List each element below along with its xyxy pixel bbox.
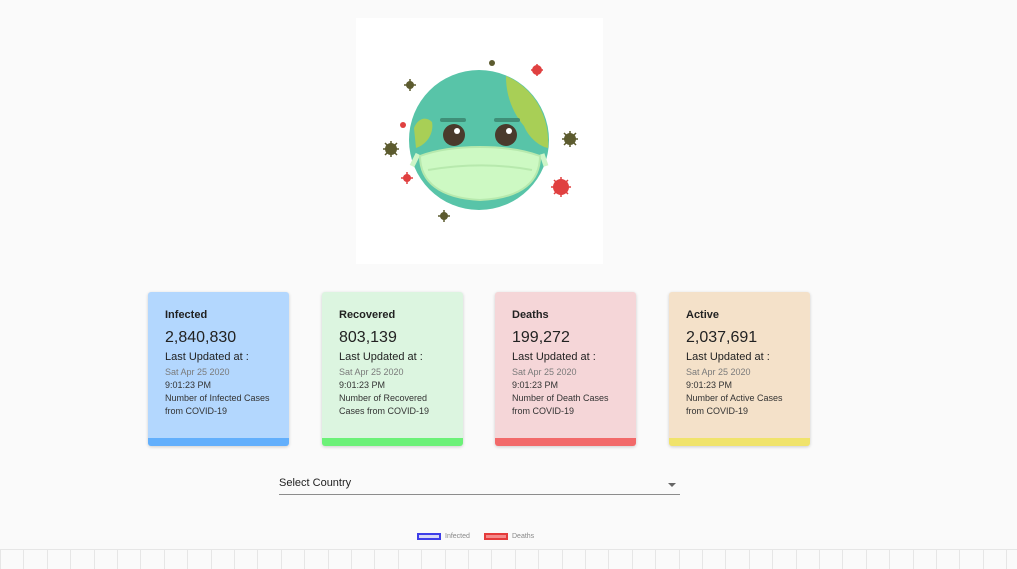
legend-swatch: [417, 533, 441, 540]
card-deaths: Deaths 199,272 Last Updated at : Sat Apr…: [495, 292, 636, 446]
chart-grid: [0, 549, 1017, 569]
legend-label: Infected: [445, 533, 470, 540]
card-accent-bar: [495, 438, 636, 446]
last-updated-label: Last Updated at :: [512, 351, 596, 363]
dropdown-arrow-icon[interactable]: [668, 483, 676, 487]
card-description: Number of Infected Cases from COVID-19: [165, 393, 270, 416]
last-updated-label: Last Updated at :: [339, 351, 423, 363]
card-value: 2,037,691: [686, 329, 758, 346]
card-title: Deaths: [512, 309, 549, 321]
updated-date: Sat Apr 25 2020: [165, 367, 230, 377]
card-accent-bar: [322, 438, 463, 446]
legend-swatch: [484, 533, 508, 540]
card-value: 199,272: [512, 329, 570, 346]
updated-date: Sat Apr 25 2020: [339, 367, 404, 377]
updated-date: Sat Apr 25 2020: [512, 367, 577, 377]
card-value: 803,139: [339, 329, 397, 346]
card-active: Active 2,037,691 Last Updated at : Sat A…: [669, 292, 810, 446]
updated-date: Sat Apr 25 2020: [686, 367, 751, 377]
updated-time: 9:01:23 PM: [686, 380, 733, 390]
card-recovered: Recovered 803,139 Last Updated at : Sat …: [322, 292, 463, 446]
covid-earth-logo: [356, 18, 603, 264]
earth-mask-illustration: [383, 60, 578, 222]
card-accent-bar: [669, 438, 810, 446]
last-updated-label: Last Updated at :: [165, 351, 249, 363]
updated-time: 9:01:23 PM: [339, 380, 386, 390]
card-title: Infected: [165, 309, 208, 321]
legend-label: Deaths: [512, 533, 535, 540]
card-infected: Infected 2,840,830 Last Updated at : Sat…: [148, 292, 289, 446]
card-accent-bar: [148, 438, 289, 446]
country-select[interactable]: Select Country: [279, 476, 680, 495]
card-description: Number of Death Cases from COVID-19: [512, 393, 609, 416]
card-description: Number of Active Cases from COVID-19: [686, 393, 783, 416]
updated-time: 9:01:23 PM: [512, 380, 559, 390]
country-select-label: Select Country: [279, 477, 352, 489]
legend-item-deaths[interactable]: Deaths: [484, 533, 534, 540]
card-title: Active: [686, 309, 720, 321]
card-value: 2,840,830: [165, 329, 237, 346]
card-description: Number of Recovered Cases from COVID-19: [339, 393, 430, 416]
card-title: Recovered: [339, 309, 396, 321]
last-updated-label: Last Updated at :: [686, 351, 770, 363]
legend-item-infected[interactable]: Infected: [417, 533, 470, 540]
updated-time: 9:01:23 PM: [165, 380, 212, 390]
